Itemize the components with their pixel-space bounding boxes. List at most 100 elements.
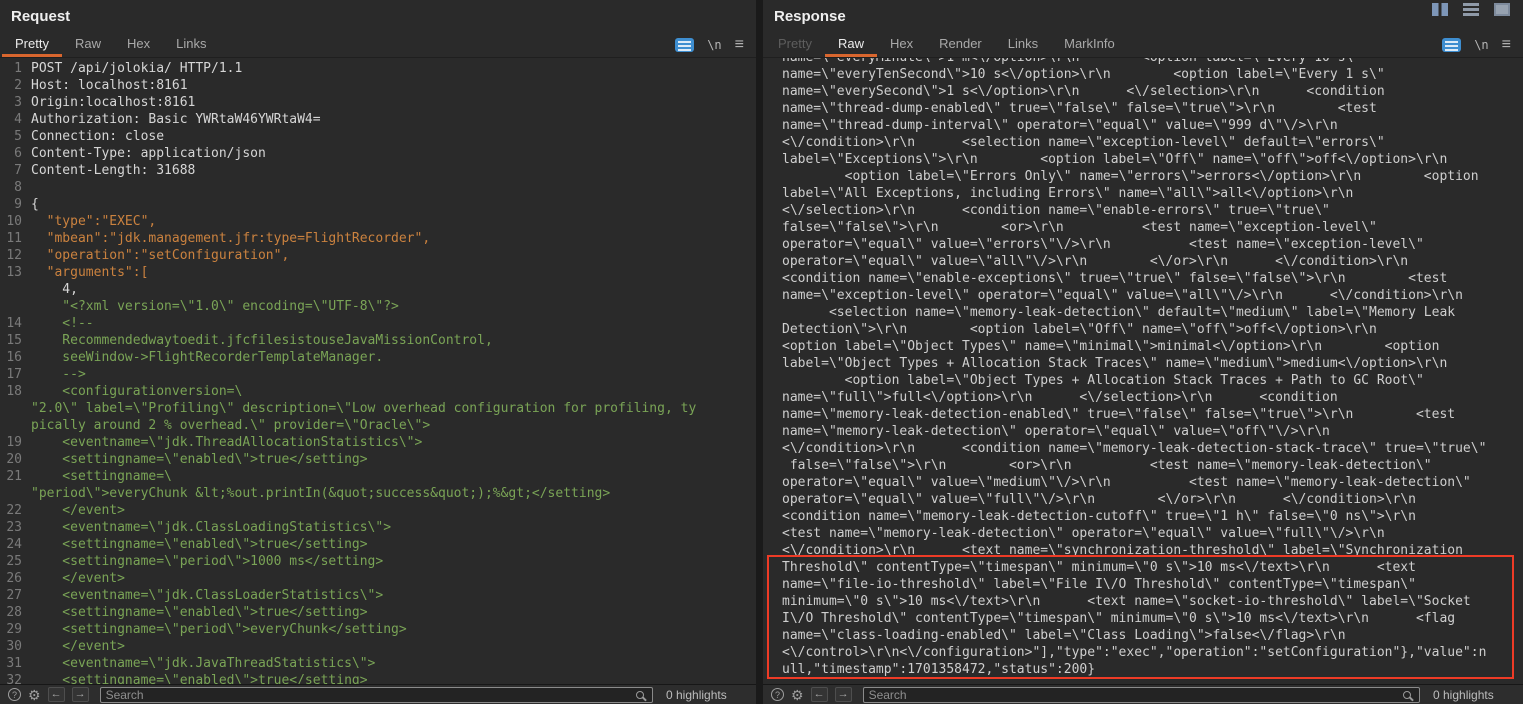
code-line: ull,"timestamp":1701358472,"status":200} bbox=[782, 661, 1523, 678]
layout-rows-icon[interactable] bbox=[1463, 3, 1479, 16]
tab-request-links[interactable]: Links bbox=[163, 32, 219, 57]
code-text: Content-Length: 31688 bbox=[31, 162, 195, 179]
line-number: 28 bbox=[0, 604, 22, 621]
code-line: 20 <settingname=\"enabled\">true</settin… bbox=[0, 451, 756, 468]
line-number: 22 bbox=[0, 502, 22, 519]
code-text: Threshold\" contentType=\"timespan\" min… bbox=[782, 559, 1416, 576]
code-line: 3Origin:localhost:8161 bbox=[0, 94, 756, 111]
code-line: label=\"Object Types + Allocation Stack … bbox=[782, 355, 1523, 372]
tab-response-links[interactable]: Links bbox=[995, 32, 1051, 57]
tab-response-pretty[interactable]: Pretty bbox=[765, 32, 825, 57]
code-text: operator=\"equal\" value=\"all\"\/>\r\n … bbox=[782, 253, 1408, 270]
line-number: 3 bbox=[0, 94, 22, 111]
request-editor[interactable]: 1POST /api/jolokia/ HTTP/1.12Host: local… bbox=[0, 58, 756, 684]
code-text: name=\"exception-level\" operator=\"equa… bbox=[782, 287, 1463, 304]
code-line: <\/control>\r\n<\/configuration>"],"type… bbox=[782, 644, 1523, 661]
code-text: Detection\">\r\n <option label=\"Off\" n… bbox=[782, 321, 1377, 338]
code-text: <condition name=\"enable-exceptions\" tr… bbox=[782, 270, 1447, 287]
help-icon[interactable]: ? bbox=[8, 688, 21, 701]
magnifier-icon bbox=[636, 691, 644, 699]
tab-request-raw[interactable]: Raw bbox=[62, 32, 114, 57]
code-text: "operation":"setConfiguration", bbox=[31, 247, 289, 264]
tab-response-markinfo[interactable]: MarkInfo bbox=[1051, 32, 1128, 57]
next-match-button[interactable]: → bbox=[835, 687, 852, 702]
layout-controls bbox=[1432, 3, 1510, 16]
search-settings-gear-icon[interactable]: ⚙ bbox=[791, 688, 804, 702]
code-text: operator=\"equal\" value=\"medium\"\/>\r… bbox=[782, 474, 1471, 491]
highlight-count: 0 highlights bbox=[664, 688, 748, 702]
tab-response-hex[interactable]: Hex bbox=[877, 32, 926, 57]
code-line: 15 Recommendedwaytoedit.jfcfilesistouseJ… bbox=[0, 332, 756, 349]
request-tabbar: Pretty Raw Hex Links \n ≡ bbox=[0, 32, 756, 58]
code-line: name=\"everyMinute\">1 m<\/option>\r\n <… bbox=[782, 58, 1523, 66]
line-number bbox=[0, 400, 22, 417]
editor-menu-icon[interactable]: ≡ bbox=[735, 37, 744, 53]
line-number: 26 bbox=[0, 570, 22, 587]
search-input[interactable] bbox=[106, 688, 636, 701]
code-text: minimum=\"0 s\">10 ms<\/text>\r\n <text … bbox=[782, 593, 1471, 610]
code-text: <\/control>\r\n<\/configuration>"],"type… bbox=[782, 644, 1486, 661]
code-text: name=\"everySecond\">1 s<\/option>\r\n <… bbox=[782, 83, 1385, 100]
code-text: <option label=\"Object Types + Allocatio… bbox=[782, 372, 1424, 389]
code-line: 23 <eventname=\"jdk.ClassLoadingStatisti… bbox=[0, 519, 756, 536]
pretty-print-icon[interactable] bbox=[675, 38, 694, 52]
code-line: operator=\"equal\" value=\"errors\"\/>\r… bbox=[782, 236, 1523, 253]
code-line: 4, bbox=[0, 281, 756, 298]
editor-menu-icon[interactable]: ≡ bbox=[1502, 37, 1511, 53]
code-line: name=\"file-io-threshold\" label=\"File … bbox=[782, 576, 1523, 593]
code-line: 4Authorization: Basic YWRtaW46YWRtaW4= bbox=[0, 111, 756, 128]
pretty-print-icon[interactable] bbox=[1442, 38, 1461, 52]
line-number: 15 bbox=[0, 332, 22, 349]
code-line: "<?xml version=\"1.0\" encoding=\"UTF-8\… bbox=[0, 298, 756, 315]
layout-single-icon[interactable] bbox=[1494, 3, 1510, 16]
next-match-button[interactable]: → bbox=[72, 687, 89, 702]
code-line: <\/condition>\r\n <selection name=\"exce… bbox=[782, 134, 1523, 151]
code-text: name=\"thread-dump-interval\" operator=\… bbox=[782, 117, 1338, 134]
code-text: <settingname=\"enabled\">true</setting> bbox=[31, 451, 368, 468]
code-text: </event> bbox=[31, 502, 125, 519]
tab-response-render[interactable]: Render bbox=[926, 32, 995, 57]
help-icon[interactable]: ? bbox=[771, 688, 784, 701]
code-line: <\/condition>\r\n <text name=\"synchroni… bbox=[782, 542, 1523, 559]
layout-columns-icon[interactable] bbox=[1432, 3, 1448, 16]
tab-request-pretty[interactable]: Pretty bbox=[2, 32, 62, 57]
search-field bbox=[100, 687, 653, 703]
newline-toggle[interactable]: \n bbox=[1474, 38, 1488, 52]
code-text: </event> bbox=[31, 570, 125, 587]
code-line: 16 seeWindow->FlightRecorderTemplateMana… bbox=[0, 349, 756, 366]
code-line: 27 <eventname=\"jdk.ClassLoaderStatistic… bbox=[0, 587, 756, 604]
request-panel: Request Pretty Raw Hex Links \n ≡ 1POST … bbox=[0, 0, 756, 704]
repeater-window: Request Pretty Raw Hex Links \n ≡ 1POST … bbox=[0, 0, 1523, 704]
search-settings-gear-icon[interactable]: ⚙ bbox=[28, 688, 41, 702]
line-number: 8 bbox=[0, 179, 22, 196]
line-number: 25 bbox=[0, 553, 22, 570]
line-number: 7 bbox=[0, 162, 22, 179]
line-number: 27 bbox=[0, 587, 22, 604]
line-number bbox=[0, 417, 22, 434]
prev-match-button[interactable]: ← bbox=[48, 687, 65, 702]
tab-response-raw[interactable]: Raw bbox=[825, 32, 877, 57]
prev-match-button[interactable]: ← bbox=[811, 687, 828, 702]
line-number bbox=[0, 485, 22, 502]
line-number bbox=[0, 281, 22, 298]
code-text: <eventname=\"jdk.ThreadAllocationStatist… bbox=[31, 434, 422, 451]
code-line: I\/O Threshold\" contentType=\"timespan\… bbox=[782, 610, 1523, 627]
line-number: 19 bbox=[0, 434, 22, 451]
line-number: 20 bbox=[0, 451, 22, 468]
panel-divider[interactable] bbox=[756, 0, 763, 704]
code-text: Connection: close bbox=[31, 128, 164, 145]
code-line: pically around 2 % overhead.\" provider=… bbox=[0, 417, 756, 434]
code-line: 22 </event> bbox=[0, 502, 756, 519]
code-line: 31 <eventname=\"jdk.JavaThreadStatistics… bbox=[0, 655, 756, 672]
search-input[interactable] bbox=[869, 688, 1403, 701]
code-text: "<?xml version=\"1.0\" encoding=\"UTF-8\… bbox=[31, 298, 399, 315]
code-text: <eventname=\"jdk.ClassLoadingStatistics\… bbox=[31, 519, 391, 536]
code-text: name=\"file-io-threshold\" label=\"File … bbox=[782, 576, 1416, 593]
code-line: operator=\"equal\" value=\"all\"\/>\r\n … bbox=[782, 253, 1523, 270]
tab-request-hex[interactable]: Hex bbox=[114, 32, 163, 57]
line-number: 23 bbox=[0, 519, 22, 536]
newline-toggle[interactable]: \n bbox=[707, 38, 721, 52]
code-text: name=\"everyTenSecond\">10 s<\/option>\r… bbox=[782, 66, 1385, 83]
code-text: <settingname=\"period\">1000 ms</setting… bbox=[31, 553, 383, 570]
code-line: 32 <settingname=\"enabled\">true</settin… bbox=[0, 672, 756, 684]
